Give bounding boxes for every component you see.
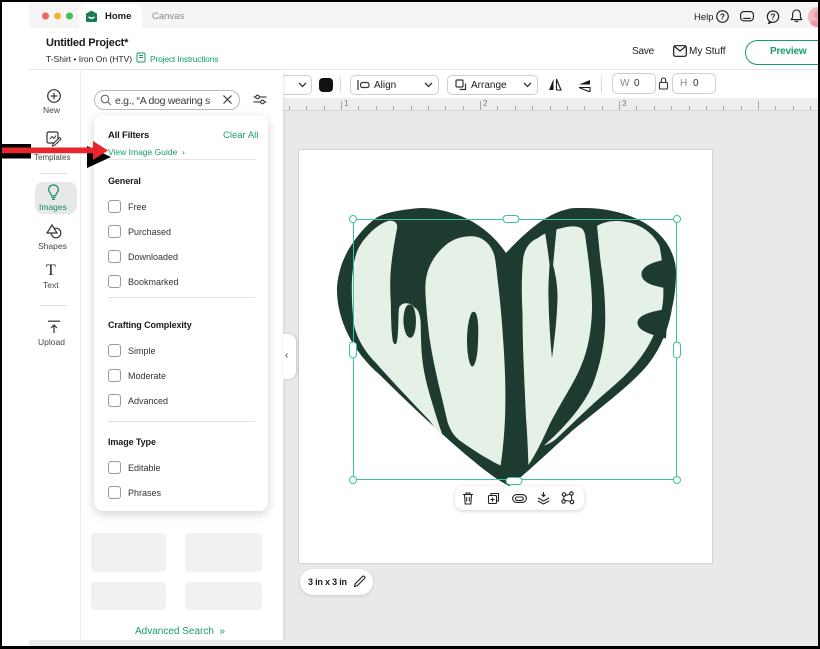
svg-text:?: ? <box>771 12 776 21</box>
svg-text:?: ? <box>720 12 725 21</box>
